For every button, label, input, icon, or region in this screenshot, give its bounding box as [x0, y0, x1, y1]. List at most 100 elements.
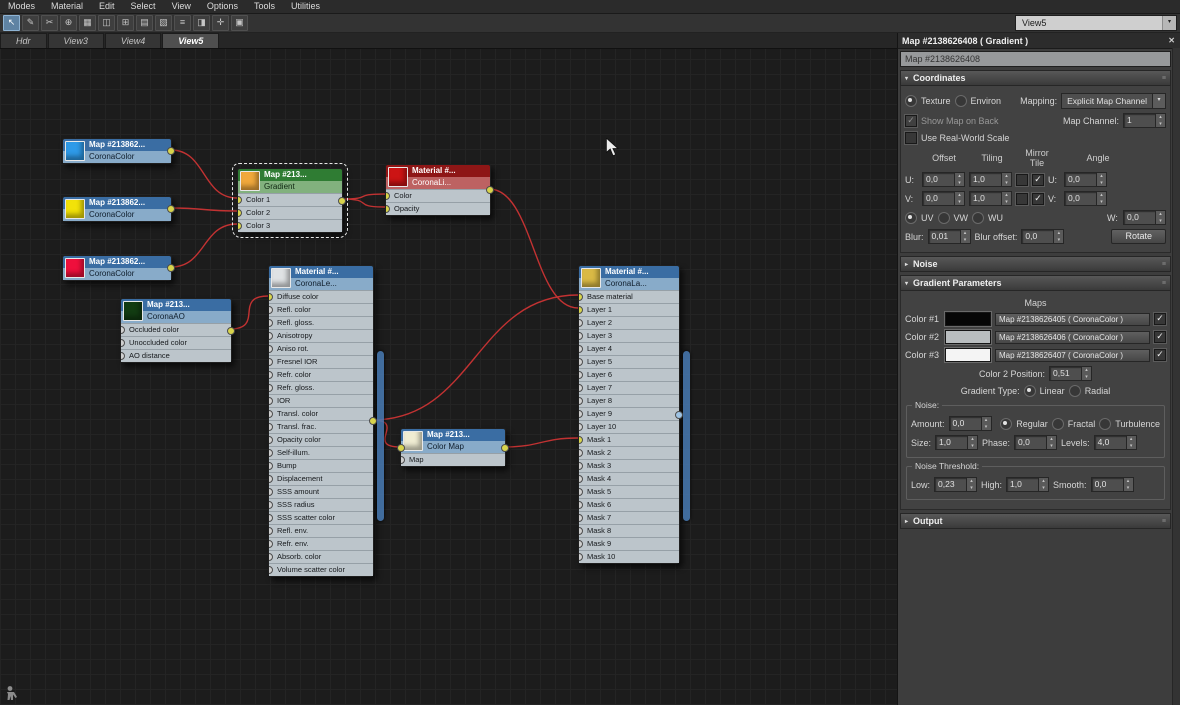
material-library-icon[interactable]: ▦	[79, 15, 96, 31]
rollout-coordinates[interactable]: ▾ Coordinates ≡	[900, 70, 1171, 86]
select-tool[interactable]: ↖	[3, 15, 20, 31]
color-swatch-button[interactable]	[945, 312, 991, 326]
output-socket[interactable]	[369, 417, 377, 425]
spinner-arrows-icon[interactable]: ▴ ▾	[1096, 173, 1106, 186]
input-socket[interactable]	[579, 332, 583, 340]
material-name-field[interactable]: Map #2138626408	[900, 51, 1171, 67]
map-enable-checkbox[interactable]: ✓	[1154, 331, 1166, 343]
node-slot[interactable]: Occluded color	[121, 323, 231, 336]
node-header[interactable]: Map #213862... CoronaColor	[63, 256, 171, 280]
mapping-dropdown[interactable]: Explicit Map Channel ▾	[1061, 93, 1166, 109]
node-slot[interactable]: Diffuse color	[269, 290, 373, 303]
cut-connection-tool[interactable]: ✂	[41, 15, 58, 31]
input-socket[interactable]	[121, 339, 125, 347]
spinner-arrows-icon[interactable]: ▴ ▾	[966, 478, 977, 491]
node-slot[interactable]: Mask 7	[579, 511, 679, 524]
input-socket[interactable]	[269, 566, 273, 574]
node-slot[interactable]: Mask 4	[579, 472, 679, 485]
node-coronale[interactable]: Material #... CoronaLe... Diffuse color Ref…	[268, 265, 384, 577]
v-offset-spinner[interactable]: 0,0 ▴ ▾	[922, 191, 965, 206]
node-coronaao[interactable]: Map #213... CoronaAO Occluded color Unocclu…	[120, 298, 235, 363]
input-socket[interactable]	[269, 553, 273, 561]
layout-all-icon[interactable]: ≡	[174, 15, 191, 31]
input-socket[interactable]	[579, 449, 583, 457]
spinner-arrows-icon[interactable]: ▴ ▾	[1046, 436, 1057, 449]
input-socket[interactable]	[579, 358, 583, 366]
node-scrollbar[interactable]	[683, 351, 690, 521]
input-socket[interactable]	[269, 488, 273, 496]
input-socket[interactable]	[269, 345, 273, 353]
spinner-arrows-icon[interactable]: ▴ ▾	[954, 173, 964, 186]
node-slot[interactable]: Fresnel IOR	[269, 355, 373, 368]
node-slot[interactable]: Color 2	[238, 206, 342, 219]
node-slot[interactable]: Map	[401, 453, 505, 466]
node-slot[interactable]: Volume scatter color	[269, 563, 373, 576]
input-socket[interactable]	[579, 319, 583, 327]
input-socket[interactable]	[269, 371, 273, 379]
list-view-icon[interactable]: ▤	[136, 15, 153, 31]
input-socket[interactable]	[269, 501, 273, 509]
show-map-on-back-checkbox[interactable]: ✓	[905, 114, 917, 127]
spinner-arrows-icon[interactable]: ▴ ▾	[1096, 192, 1106, 205]
panel-scrollbar[interactable]	[1172, 48, 1180, 705]
u-angle-spinner[interactable]: 0,0 ▴ ▾	[1064, 172, 1107, 187]
menu-view[interactable]: View	[164, 0, 199, 13]
node-slot[interactable]: Layer 8	[579, 394, 679, 407]
linear-radio[interactable]	[1023, 385, 1036, 397]
menu-modes[interactable]: Modes	[0, 0, 43, 13]
environ-radio[interactable]	[954, 95, 967, 107]
node-slot[interactable]: Layer 7	[579, 381, 679, 394]
spinner-arrows-icon[interactable]: ▴ ▾	[980, 417, 991, 430]
map-enable-checkbox[interactable]: ✓	[1154, 313, 1166, 325]
w-angle-spinner[interactable]: 0,0 ▴ ▾	[1123, 210, 1166, 225]
node-coronacolor-red[interactable]: Map #213862... CoronaColor	[62, 255, 175, 281]
node-slot[interactable]: Mask 2	[579, 446, 679, 459]
output-socket[interactable]	[338, 196, 346, 205]
node-slot[interactable]: SSS scatter color	[269, 511, 373, 524]
pan-person-icon[interactable]	[5, 685, 21, 701]
node-slot[interactable]: Refr. gloss.	[269, 381, 373, 394]
tab-view5[interactable]: View5	[162, 33, 220, 48]
preview-window-icon[interactable]: ▣	[231, 15, 248, 31]
node-slot[interactable]: Unoccluded color	[121, 336, 231, 349]
spinner-arrows-icon[interactable]: ▴ ▾	[954, 192, 964, 205]
blur-spinner[interactable]: 0,01 ▴ ▾	[927, 229, 971, 244]
pan-view-icon[interactable]: ✛	[212, 15, 229, 31]
spinner-arrows-icon[interactable]: ▴ ▾	[1122, 478, 1133, 491]
show-maps-icon[interactable]: ◫	[98, 15, 115, 31]
add-node-tool[interactable]: ⊕	[60, 15, 77, 31]
input-socket[interactable]	[269, 540, 273, 548]
node-slot[interactable]: Mask 9	[579, 537, 679, 550]
node-slot[interactable]: Bump	[269, 459, 373, 472]
node-header[interactable]: Material #... CoronaLi...	[386, 165, 490, 189]
v-angle-spinner[interactable]: 0,0 ▴ ▾	[1064, 191, 1107, 206]
node-slot[interactable]: Mask 1	[579, 433, 679, 446]
u-offset-spinner[interactable]: 0,0 ▴ ▾	[922, 172, 965, 187]
node-slot[interactable]: Refl. env.	[269, 524, 373, 537]
input-socket[interactable]	[269, 423, 273, 431]
spinner-arrows-icon[interactable]: ▴ ▾	[1081, 367, 1092, 380]
view-selector-dropdown[interactable]: View5 ▾	[1015, 15, 1177, 31]
vw-radio[interactable]	[937, 211, 950, 224]
input-socket[interactable]	[579, 410, 583, 418]
node-slot[interactable]: Absorb. color	[269, 550, 373, 563]
input-socket[interactable]	[579, 553, 583, 561]
map-enable-checkbox[interactable]: ✓	[1154, 349, 1166, 361]
spinner-arrows-icon[interactable]: ▴ ▾	[1155, 114, 1165, 127]
menu-tools[interactable]: Tools	[246, 0, 283, 13]
shade-selected-icon[interactable]: ◨	[193, 15, 210, 31]
spinner-arrows-icon[interactable]: ▴ ▾	[1001, 173, 1011, 186]
input-socket[interactable]	[579, 293, 583, 301]
input-socket[interactable]	[121, 352, 125, 360]
output-socket[interactable]	[486, 186, 494, 194]
input-socket[interactable]	[269, 319, 273, 327]
rollout-noise[interactable]: ▸ Noise ≡	[900, 256, 1171, 272]
map-slot-button[interactable]: Map #2138626405 ( CoronaColor )	[995, 312, 1150, 326]
node-slot[interactable]: Refr. color	[269, 368, 373, 381]
input-socket[interactable]	[579, 475, 583, 483]
radial-radio[interactable]	[1068, 385, 1081, 397]
input-socket[interactable]	[121, 326, 125, 334]
node-slot[interactable]: Mask 5	[579, 485, 679, 498]
input-socket[interactable]	[269, 397, 273, 405]
menu-select[interactable]: Select	[123, 0, 164, 13]
